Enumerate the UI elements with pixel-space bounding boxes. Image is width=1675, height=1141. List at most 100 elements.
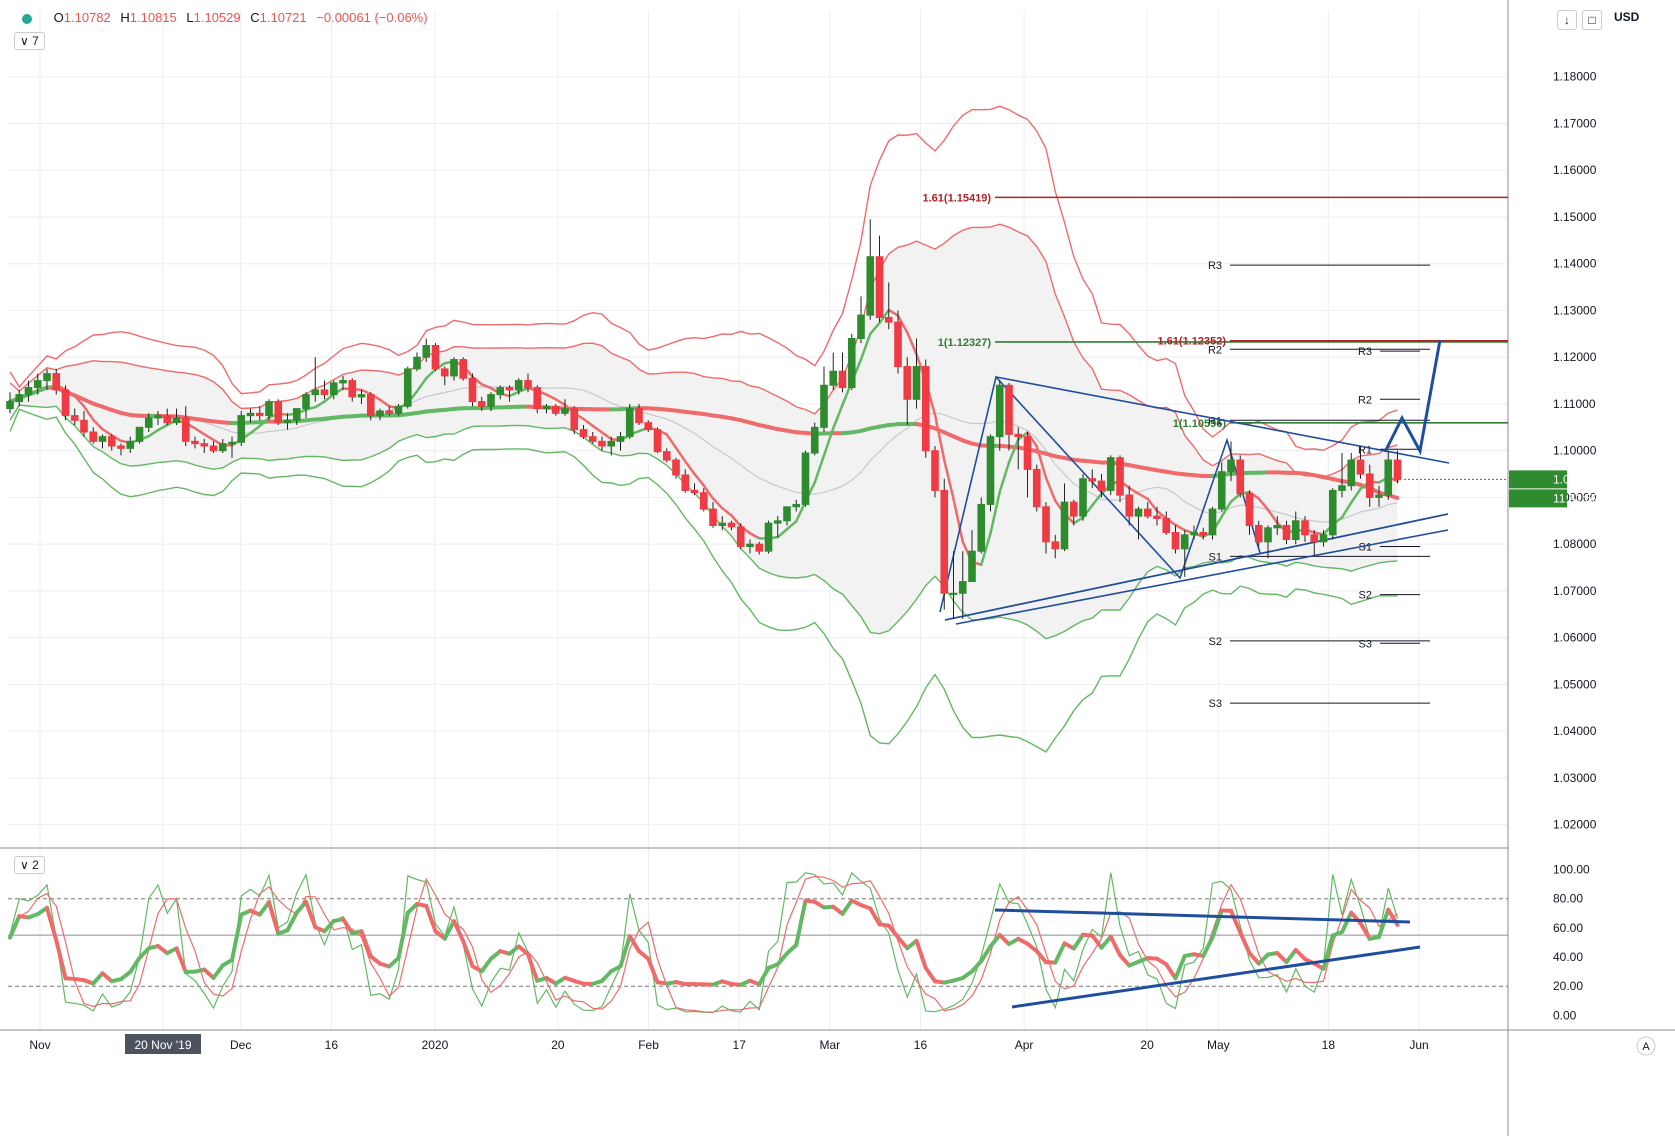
candle-body [1255, 525, 1262, 541]
price-tick-label: 1.07000 [1553, 584, 1597, 598]
candle-body [922, 367, 929, 451]
pivot-label: S3 [1209, 698, 1222, 710]
open-label: O [54, 10, 64, 25]
oscillator-tick-label: 20.00 [1553, 979, 1583, 993]
fullscreen-icon[interactable]: □ [1582, 10, 1602, 30]
candle-body [1246, 494, 1253, 526]
candle-body [617, 437, 624, 442]
candle-body [543, 406, 550, 408]
oscillator-tick-label: 60.00 [1553, 921, 1583, 935]
candle-body [497, 388, 504, 395]
candle-body [682, 475, 689, 490]
candle-body [885, 317, 892, 322]
candle-body [599, 441, 606, 446]
time-tick-label: 16 [325, 1038, 339, 1052]
time-tick-label: Apr [1015, 1038, 1034, 1052]
candle-body [996, 385, 1003, 436]
candle-body [728, 523, 735, 527]
chart-canvas[interactable]: 1.61(1.15419)1(1.12327)1.61(1.12352)1(1.… [0, 0, 1675, 1136]
candle [811, 423, 818, 456]
candle-body [275, 402, 282, 423]
fib-level-label: 1.61(1.15419) [923, 192, 992, 204]
candle-body [1172, 532, 1179, 548]
candle-body [1237, 460, 1244, 494]
candle-body [192, 441, 199, 443]
candle-body [950, 593, 957, 594]
candle-body [7, 402, 14, 409]
candle [136, 427, 143, 443]
candle-body [626, 409, 633, 437]
oscillator-tick-label: 0.00 [1553, 1008, 1577, 1022]
candle-body [478, 402, 485, 407]
candle-body [941, 490, 948, 593]
price-tick-label: 1.05000 [1553, 677, 1597, 691]
candle-body [839, 371, 846, 387]
candle-body [876, 257, 883, 318]
time-tick-label: 20 [1140, 1038, 1154, 1052]
candle-body [663, 452, 670, 460]
candle-body [552, 406, 559, 413]
candle-body [737, 527, 744, 547]
candle-body [1015, 434, 1022, 436]
candle-body [340, 381, 347, 383]
candle-body [1320, 535, 1327, 542]
price-tick-label: 1.12000 [1553, 350, 1597, 364]
candle [654, 427, 661, 453]
candle-body [1265, 528, 1272, 542]
candle [1117, 455, 1124, 502]
candle-body [571, 409, 578, 430]
candle [1329, 488, 1336, 539]
arrow-down-icon[interactable]: ↓ [1557, 10, 1577, 30]
low-value: 1.10529 [194, 10, 241, 25]
candle-body [44, 374, 51, 381]
candle-body [71, 416, 78, 421]
candle-body [673, 460, 680, 475]
pivot-label: S2 [1359, 590, 1372, 602]
candle-body [1191, 532, 1198, 534]
price-tick-label: 1.11000 [1553, 397, 1596, 411]
candle-body [1209, 509, 1216, 535]
candle [469, 374, 476, 407]
candle [987, 434, 994, 511]
oscillator-pane-toggle-button[interactable]: ∨ 2 [14, 856, 45, 874]
crosshair-date-label: 20 Nov '19 [135, 1038, 192, 1052]
candle-body [330, 383, 337, 395]
candle-body [395, 406, 402, 413]
candle-body [441, 369, 448, 376]
time-tick-label: Jun [1409, 1038, 1428, 1052]
candle-body [636, 409, 643, 423]
candle-body [959, 582, 966, 594]
time-tick-label: Feb [638, 1038, 659, 1052]
main-pane-toggle-button[interactable]: ∨ 7 [14, 32, 45, 50]
candle-body [848, 339, 855, 388]
candle-body [1292, 521, 1299, 540]
candle-body [525, 381, 532, 388]
pivot-label: R3 [1208, 260, 1222, 272]
candle-body [515, 381, 522, 390]
candle [978, 497, 985, 553]
candle-body [81, 420, 88, 432]
candle-body [488, 395, 495, 407]
candle-body [247, 413, 254, 415]
candle-body [756, 544, 763, 551]
candle-body [312, 390, 319, 395]
auto-scale-button[interactable]: A [1642, 1041, 1650, 1053]
price-tick-label: 1.17000 [1553, 116, 1597, 130]
price-tick-label: 1.04000 [1553, 724, 1597, 738]
last-price-label: 1.09386 [1553, 472, 1597, 486]
candle-body [16, 395, 23, 402]
candle-body [1274, 525, 1281, 527]
candle-body [562, 409, 569, 414]
high-value: 1.10815 [130, 10, 177, 25]
price-tick-label: 1.13000 [1553, 303, 1597, 317]
candle-body [1144, 509, 1151, 516]
candle-body [404, 369, 411, 406]
time-tick-label: May [1207, 1038, 1230, 1052]
candle-body [1163, 518, 1170, 532]
price-tick-label: 1.18000 [1553, 70, 1597, 84]
candle-body [904, 367, 911, 400]
time-tick-label: Mar [820, 1038, 841, 1052]
candle-body [580, 430, 587, 437]
price-tick-label: 1.02000 [1553, 818, 1597, 832]
candle-body [1181, 535, 1188, 549]
